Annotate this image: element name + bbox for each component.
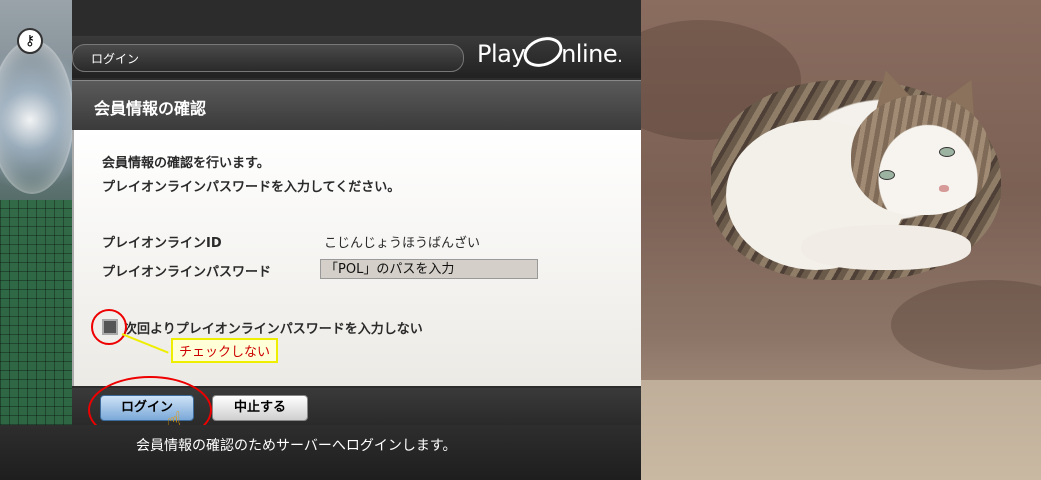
playonline-logo: Play nline. <box>477 32 623 72</box>
intro-line-1: 会員情報の確認を行います。 <box>102 156 270 171</box>
logo-text-play: Play <box>477 40 526 68</box>
intro-line-2: プレイオンラインパスワードを入力してください。 <box>102 180 401 195</box>
blanket-fold <box>891 280 1041 370</box>
id-label: プレイオンラインID <box>102 236 222 251</box>
logo-text-online: nline <box>561 40 618 68</box>
logo-dot: . <box>617 46 623 67</box>
side-decoration <box>0 0 74 425</box>
cat-nose <box>939 185 949 192</box>
password-label: プレイオンラインパスワード <box>102 265 272 280</box>
top-bar: ログイン Play nline. <box>72 32 641 78</box>
cat-paws <box>801 225 971 270</box>
page-title-bar: 会員情報の確認 <box>72 80 641 131</box>
cat-photo <box>641 0 1041 480</box>
content-panel: 会員情報の確認を行います。 プレイオンラインパスワードを入力してください。 プレ… <box>72 130 641 386</box>
remember-label: 次回よりプレイオンラインパスワードを入力しない <box>124 322 423 337</box>
annotation-note: チェックしない <box>171 338 279 363</box>
annotation-circle-checkbox <box>91 309 127 345</box>
cat-head <box>851 95 991 215</box>
floor-area <box>641 380 1041 480</box>
help-key-icon[interactable]: ⚷ <box>17 28 43 54</box>
globe-decoration <box>0 40 74 194</box>
status-message: 会員情報の確認のためサーバーへログインします。 <box>136 438 457 454</box>
page-title: 会員情報の確認 <box>94 99 207 118</box>
id-value: こじんじょうほうばんざい <box>324 236 481 251</box>
breadcrumb-label: ログイン <box>91 52 140 66</box>
password-input[interactable]: 「POL」のパスを入力 <box>320 259 538 279</box>
cat-eye-right <box>939 147 955 157</box>
cat-eye-left <box>879 170 895 180</box>
status-bar: 会員情報の確認のためサーバーへログインします。 <box>0 425 641 480</box>
logo-o-mark <box>519 32 567 72</box>
grid-decoration <box>0 200 72 425</box>
cancel-button[interactable]: 中止する <box>212 395 308 421</box>
breadcrumb: ログイン <box>72 44 464 72</box>
playonline-window: ⚷ ログイン Play nline. 会員情報の確認 会員情報の確認を行います。 … <box>0 0 641 480</box>
